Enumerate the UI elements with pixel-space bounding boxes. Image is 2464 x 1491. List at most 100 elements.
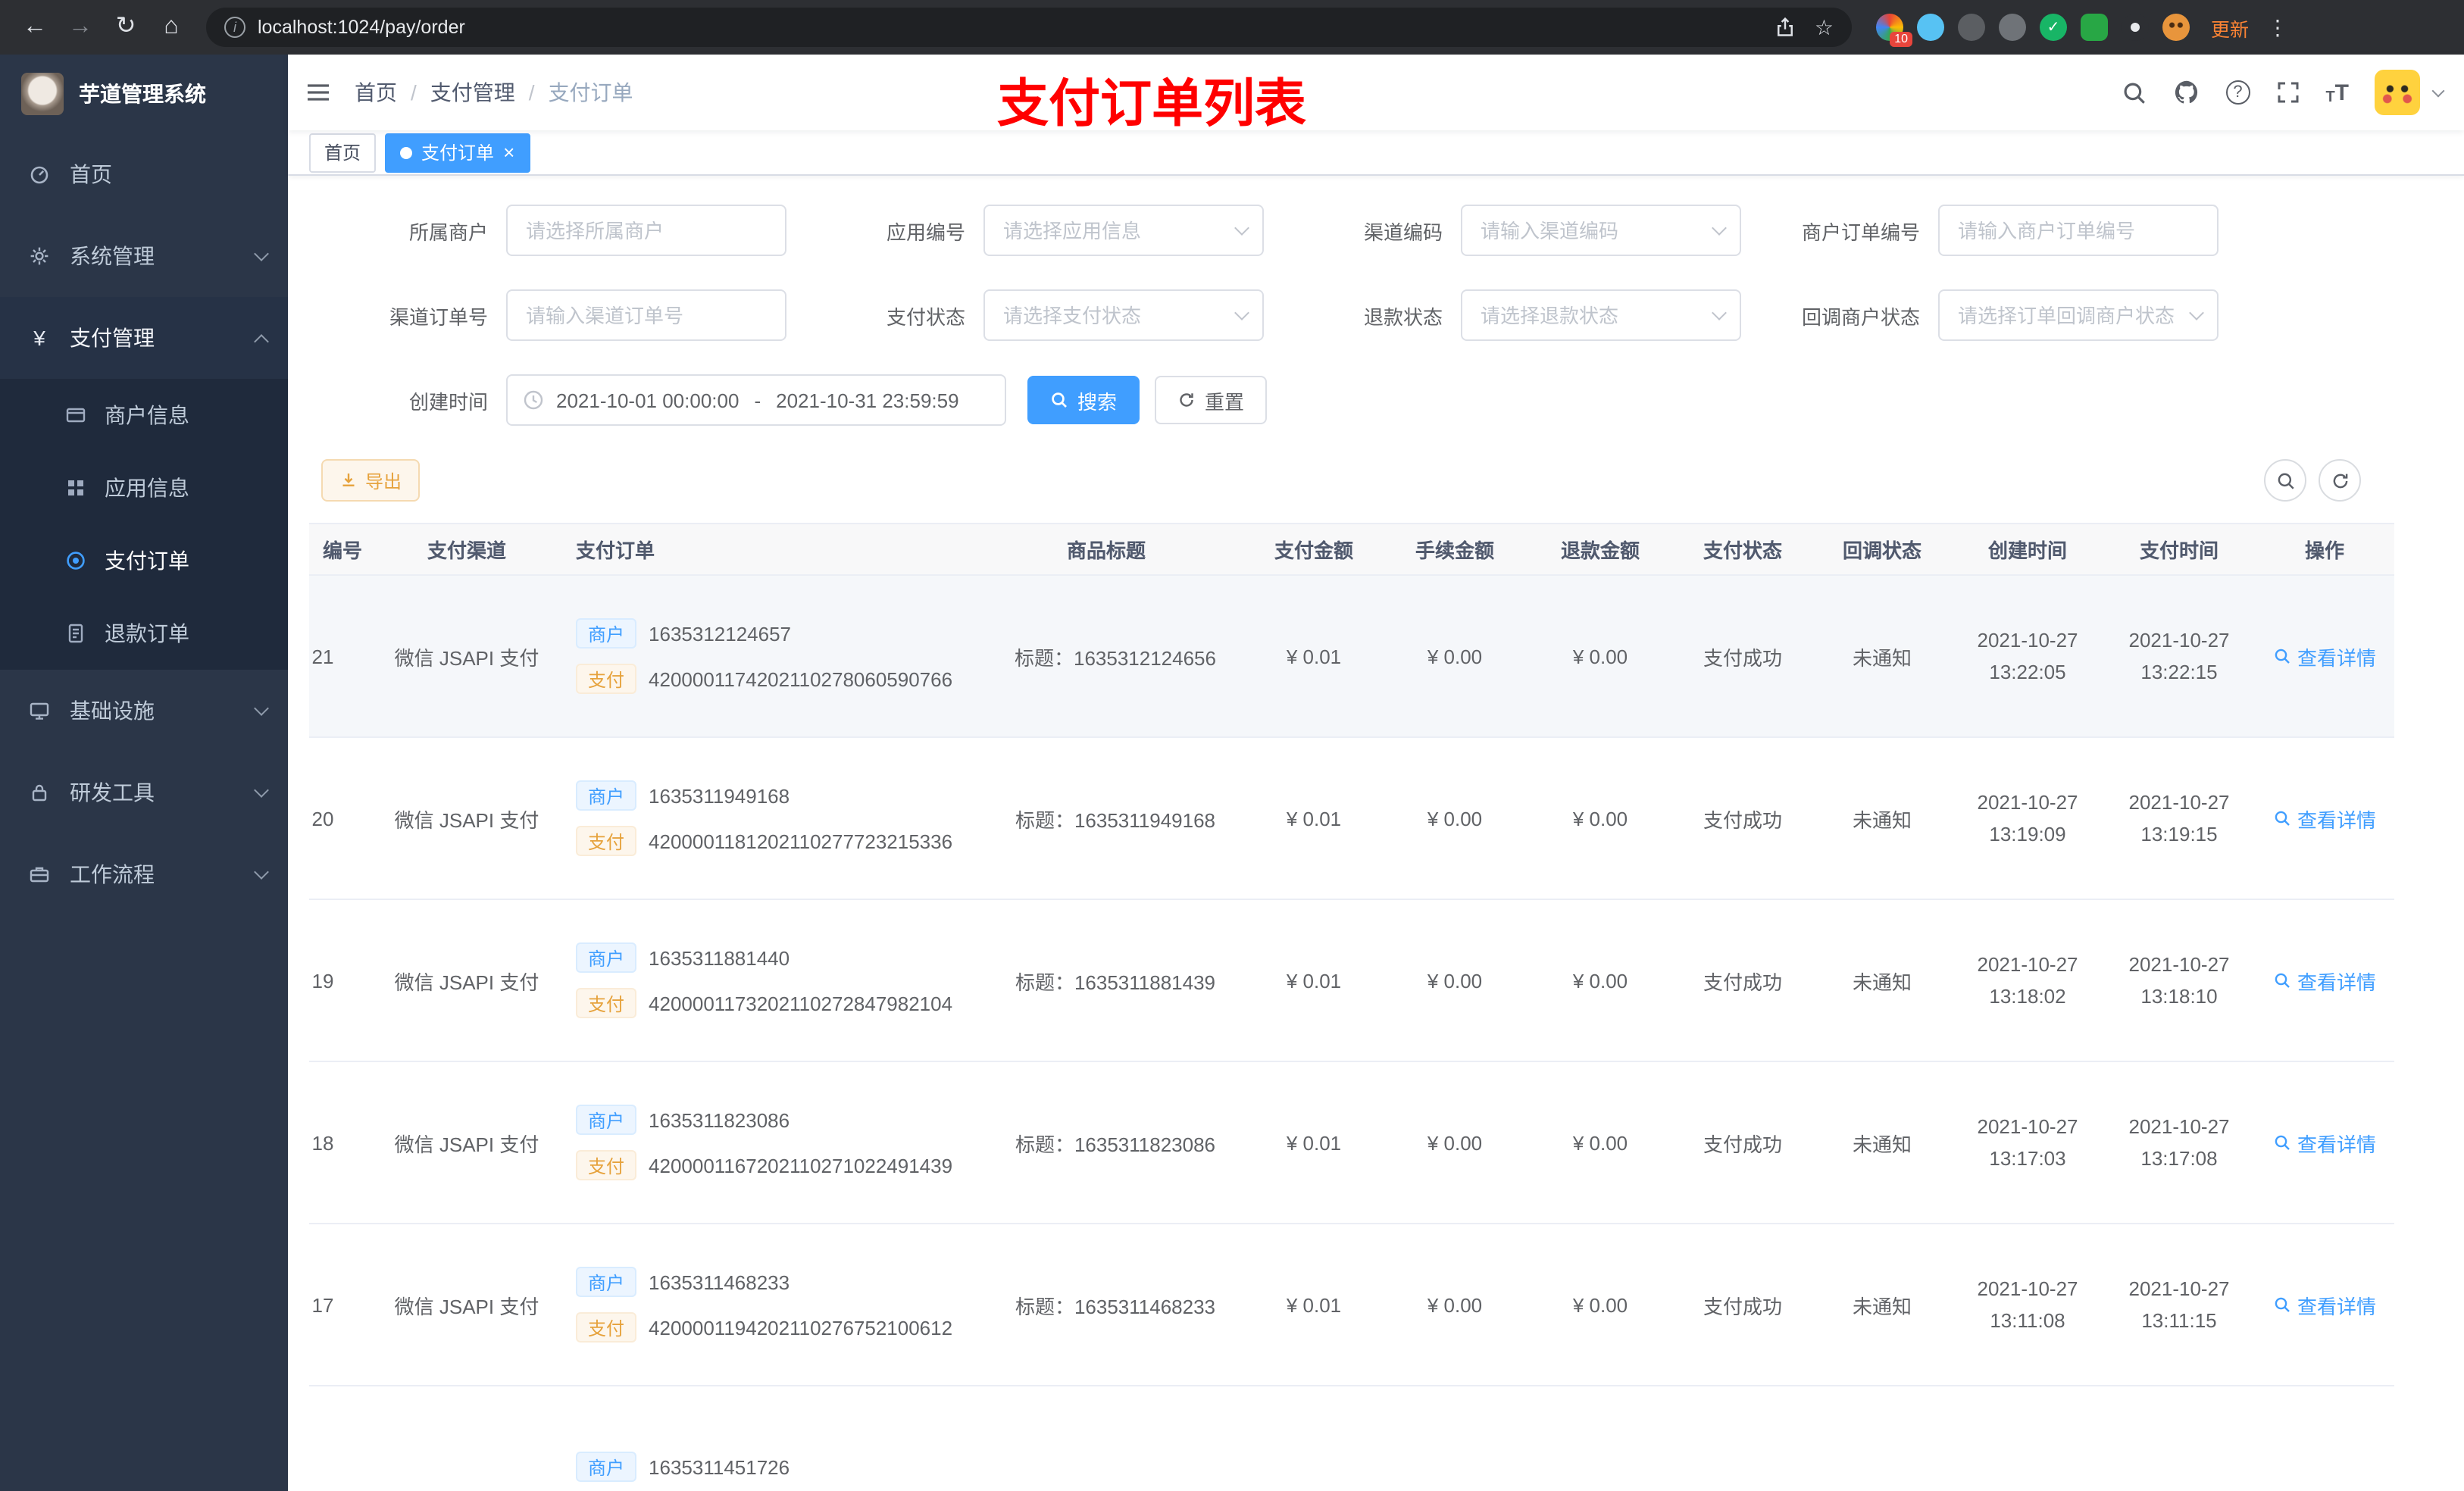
browser-menu-icon[interactable]: ⋮ bbox=[2267, 14, 2288, 40]
extension-icon-1[interactable]: 10 bbox=[1876, 14, 1912, 47]
pay-order-cell: 商户 1635311823086 支付 42000011672021102710224… bbox=[558, 1061, 967, 1224]
user-avatar[interactable] bbox=[2375, 70, 2420, 115]
view-detail-link[interactable]: 查看详情 bbox=[2273, 804, 2376, 833]
empty-cell bbox=[1527, 1386, 1673, 1491]
merchant-order-line: 商户 1635311949168 bbox=[576, 780, 967, 811]
site-info-icon[interactable]: i bbox=[224, 17, 245, 38]
search-button[interactable]: 搜索 bbox=[1027, 376, 1140, 424]
merchant-order-no: 1635311949168 bbox=[649, 784, 790, 807]
merchant-tag: 商户 bbox=[576, 618, 637, 649]
toggle-search-button[interactable] bbox=[2264, 459, 2306, 502]
profile-avatar-icon[interactable] bbox=[2162, 14, 2190, 41]
order-id-cell bbox=[309, 1386, 376, 1491]
sidebar-item-payment[interactable]: ¥ 支付管理 bbox=[0, 297, 288, 379]
notify-status-cell: 未通知 bbox=[1812, 1224, 1952, 1386]
pay-order-cell: 商户 1635312124657 支付 42000011742021102780605… bbox=[558, 575, 967, 738]
table-toolbar: 导出 bbox=[321, 459, 2464, 502]
sidebar-item-pay-order[interactable]: 支付订单 bbox=[0, 524, 288, 597]
extension-icon-7[interactable] bbox=[2122, 14, 2149, 41]
url-text[interactable]: localhost:1024/pay/order bbox=[258, 17, 465, 38]
refund-status-input[interactable] bbox=[1461, 289, 1741, 341]
callback-status-input[interactable] bbox=[1938, 289, 2219, 341]
github-icon[interactable] bbox=[2172, 79, 2200, 106]
refund-status-select bbox=[1461, 289, 1741, 341]
pay-channel-cell: 微信 JSAPI 支付 bbox=[376, 899, 558, 1062]
action-cell: 查看详情 bbox=[2255, 737, 2394, 900]
breadcrumb-section[interactable]: 支付管理 bbox=[430, 77, 515, 108]
callback-status-select bbox=[1938, 289, 2219, 341]
merchant-input[interactable] bbox=[506, 205, 786, 256]
pay-status-input[interactable] bbox=[983, 289, 1264, 341]
sidebar-item-label: 系统管理 bbox=[70, 244, 155, 268]
search-icon[interactable] bbox=[2121, 80, 2147, 105]
reload-button[interactable]: ↻ bbox=[106, 8, 145, 47]
view-detail-link[interactable]: 查看详情 bbox=[2273, 1128, 2376, 1157]
font-size-icon[interactable]: TT bbox=[2325, 80, 2349, 105]
tab-home[interactable]: 首页 bbox=[309, 133, 377, 172]
yen-icon: ¥ bbox=[33, 326, 45, 350]
channel-code-select bbox=[1461, 205, 1741, 256]
sidebar-item-infrastructure[interactable]: 基础设施 bbox=[0, 670, 288, 752]
channel-code-input[interactable] bbox=[1461, 205, 1741, 256]
pay-channel-cell bbox=[376, 1386, 558, 1491]
empty-cell bbox=[1812, 1386, 1952, 1491]
extension-icon-6[interactable] bbox=[2081, 14, 2108, 41]
reset-button[interactable]: 重置 bbox=[1155, 376, 1268, 424]
view-detail-link[interactable]: 查看详情 bbox=[2273, 966, 2376, 995]
refresh-table-button[interactable] bbox=[2319, 459, 2361, 502]
notify-status-cell: 未通知 bbox=[1812, 575, 1952, 738]
extension-icon-4[interactable] bbox=[1999, 14, 2026, 41]
sidebar-item-system[interactable]: 系统管理 bbox=[0, 215, 288, 297]
pay-clock: 13:18:10 bbox=[2140, 985, 2218, 1008]
bookmark-star-icon[interactable]: ☆ bbox=[1815, 14, 1834, 40]
create-clock: 13:19:09 bbox=[1989, 823, 2066, 846]
order-row: 17 微信 JSAPI 支付 商户 1635311468233 支付 4200001194… bbox=[309, 1224, 2394, 1386]
url-bar[interactable]: i localhost:1024/pay/order ☆ bbox=[206, 8, 1852, 47]
create-date: 2021-10-27 bbox=[1977, 1277, 2078, 1300]
sidebar-item-merchant-info[interactable]: 商户信息 bbox=[0, 379, 288, 452]
merchant-order-no-input[interactable] bbox=[1938, 205, 2219, 256]
extension-icon-3[interactable] bbox=[1958, 14, 1985, 41]
sidebar-item-workflow[interactable]: 工作流程 bbox=[0, 833, 288, 915]
chevron-down-icon bbox=[254, 700, 269, 715]
sidebar-item-label: 首页 bbox=[70, 162, 112, 186]
export-button[interactable]: 导出 bbox=[321, 459, 421, 502]
view-detail-link[interactable]: 查看详情 bbox=[2273, 642, 2376, 670]
help-icon[interactable]: ? bbox=[2225, 80, 2250, 105]
extension-icon-5[interactable]: ✓ bbox=[2040, 14, 2067, 41]
channel-pay-line: 支付 4200001167202110271022491439 bbox=[576, 1150, 967, 1180]
channel-pay-no: 4200001174202110278060590766 bbox=[649, 667, 953, 690]
merchant-order-no: 1635312124657 bbox=[649, 622, 792, 645]
sidebar-item-label: 支付订单 bbox=[105, 549, 189, 573]
back-button[interactable]: ← bbox=[15, 8, 55, 47]
channel-order-no-input[interactable] bbox=[506, 289, 786, 341]
view-detail-link[interactable]: 查看详情 bbox=[2273, 1290, 2376, 1319]
order-row: 21 微信 JSAPI 支付 商户 1635312124657 支付 4200001174… bbox=[309, 575, 2394, 738]
sidebar-item-dev-tools[interactable]: 研发工具 bbox=[0, 752, 288, 833]
sidebar-item-label: 支付管理 bbox=[70, 326, 155, 350]
sidebar-item-app-info[interactable]: 应用信息 bbox=[0, 452, 288, 524]
create-time-cell: 2021-10-27 13:18:02 bbox=[1952, 899, 2103, 1062]
pay-date: 2021-10-27 bbox=[2128, 1115, 2230, 1138]
hamburger-icon[interactable] bbox=[288, 55, 349, 130]
empty-cell bbox=[1382, 1386, 1527, 1491]
document-icon bbox=[64, 623, 88, 644]
date-range-input[interactable]: 2021-10-01 00:00:00 - 2021-10-31 23:59:5… bbox=[506, 374, 1006, 426]
forward-button[interactable]: → bbox=[61, 8, 100, 47]
share-icon[interactable] bbox=[1775, 17, 1796, 38]
tab-pay-order[interactable]: 支付订单 × bbox=[385, 133, 530, 172]
close-icon[interactable]: × bbox=[503, 142, 514, 162]
refresh-icon bbox=[1180, 393, 1193, 407]
breadcrumb-home[interactable]: 首页 bbox=[355, 77, 397, 108]
extension-icon-2[interactable] bbox=[1917, 14, 1944, 41]
app-select-input[interactable] bbox=[983, 205, 1264, 256]
fullscreen-icon[interactable] bbox=[2275, 80, 2300, 105]
home-button[interactable]: ⌂ bbox=[152, 8, 191, 47]
col-header-pay-amount: 支付金额 bbox=[1246, 523, 1382, 576]
sidebar-item-refund-order[interactable]: 退款订单 bbox=[0, 597, 288, 670]
active-dot bbox=[400, 146, 413, 158]
merchant-order-line: 商户 1635311881440 bbox=[576, 942, 967, 973]
sidebar-item-home[interactable]: 首页 bbox=[0, 133, 288, 215]
browser-update-button[interactable]: 更新 bbox=[2211, 13, 2249, 42]
avatar-caret-icon[interactable] bbox=[2431, 83, 2445, 97]
